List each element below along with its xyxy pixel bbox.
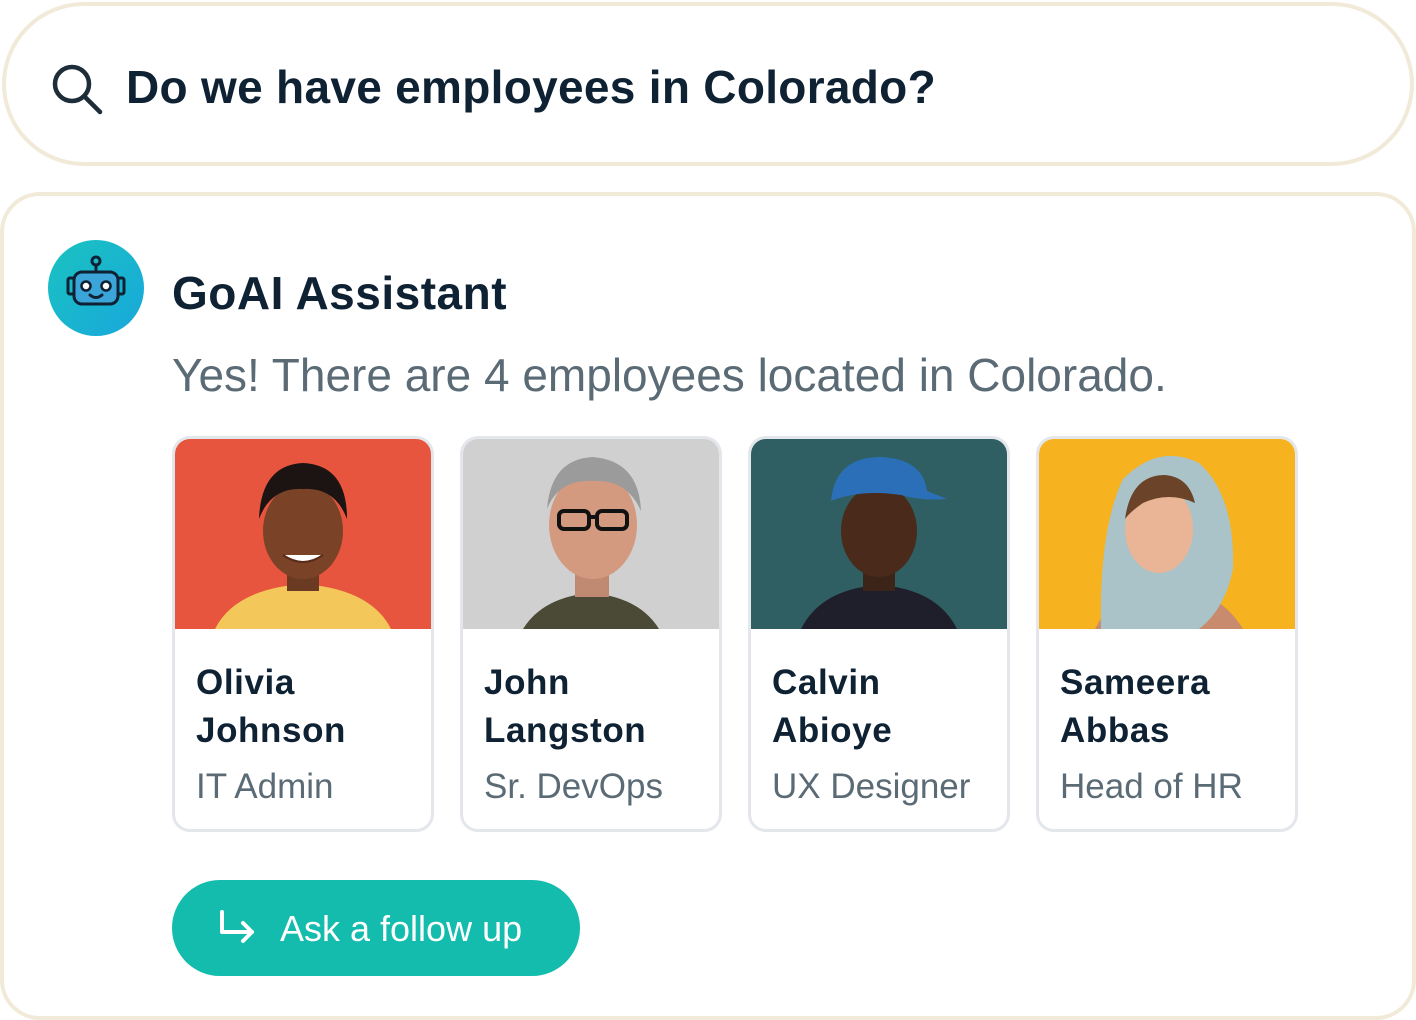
assistant-response-card: GoAI Assistant Yes! There are 4 employee… [0, 192, 1416, 1020]
employee-card[interactable]: Olivia Johnson IT Admin [172, 436, 434, 832]
employee-last-name: Abbas [1060, 711, 1170, 750]
employee-list: Olivia Johnson IT Admin John Langston Sr… [172, 436, 1302, 832]
employee-role: Sr. DevOps [484, 767, 663, 806]
employee-card[interactable]: Calvin Abioye UX Designer [748, 436, 1010, 832]
employee-photo [1039, 439, 1295, 629]
employee-role: IT Admin [196, 767, 334, 806]
employee-name: John Langston [484, 659, 714, 755]
employee-photo [175, 439, 431, 629]
employee-role: UX Designer [772, 767, 971, 806]
search-icon [50, 62, 104, 116]
employee-name: Calvin Abioye [772, 659, 1002, 755]
employee-role: Head of HR [1060, 767, 1243, 806]
arrow-return-icon [216, 908, 258, 948]
robot-icon [48, 240, 144, 336]
ask-followup-button[interactable]: Ask a follow up [172, 880, 580, 976]
assistant-name: GoAI Assistant [172, 267, 508, 319]
employee-last-name: Johnson [196, 711, 347, 750]
employee-name: Sameera Abbas [1060, 659, 1290, 755]
employee-card[interactable]: John Langston Sr. DevOps [460, 436, 722, 832]
employee-first-name: John [484, 663, 571, 702]
employee-first-name: Olivia [196, 663, 295, 702]
employee-last-name: Langston [484, 711, 647, 750]
search-bar[interactable]: Do we have employees in Colorado? [2, 2, 1414, 166]
employee-photo [463, 439, 719, 629]
search-query[interactable]: Do we have employees in Colorado? [126, 60, 936, 114]
employee-first-name: Calvin [772, 663, 881, 702]
assistant-message: Yes! There are 4 employees located in Co… [172, 349, 1167, 401]
employee-name: Olivia Johnson [196, 659, 426, 755]
employee-first-name: Sameera [1060, 663, 1211, 702]
employee-last-name: Abioye [772, 711, 893, 750]
employee-photo [751, 439, 1007, 629]
followup-label: Ask a follow up [280, 908, 523, 949]
employee-card[interactable]: Sameera Abbas Head of HR [1036, 436, 1298, 832]
